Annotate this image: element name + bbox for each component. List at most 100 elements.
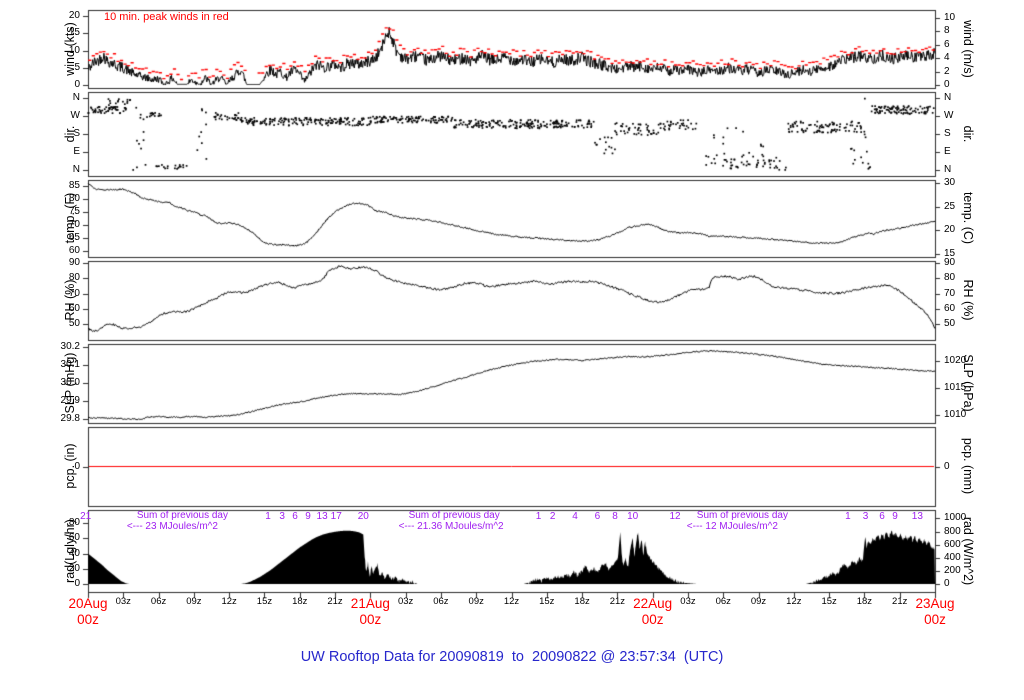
rad-ytick-left: 0 <box>74 578 80 589</box>
rad-sum-annotation-line1: Sum of previous day <box>408 510 500 521</box>
slp-ytick-left: 29.9 <box>60 395 80 406</box>
temp-ytick-left: 85 <box>68 180 80 191</box>
meteogram-canvas <box>0 0 1024 700</box>
rad-ytick-left: 20 <box>68 563 80 574</box>
dir-ytick-left: N <box>72 92 80 103</box>
slp-ytick-right: 1010 <box>944 409 967 420</box>
rad-cumulative-num: 6 <box>292 511 298 522</box>
rh-ytick-left: 80 <box>68 272 80 283</box>
x-hour-label: 18z <box>856 596 873 607</box>
slp-ytick-left: 30.0 <box>60 377 80 388</box>
temp-ytick-left: 70 <box>68 219 80 230</box>
rad-sum-annotation-line2: <--- 12 MJoules/m^2 <box>686 521 778 532</box>
slp-ytick-right: 1020 <box>944 355 967 366</box>
dir-ytick-left: E <box>73 146 80 157</box>
rad-cumulative-num: 12 <box>669 511 681 522</box>
rad-cumulative-num: 1 <box>265 511 271 522</box>
x-day-label: 22Aug <box>633 596 673 611</box>
x-hour-label: 09z <box>468 596 484 607</box>
rad-cumulative-num: 2 <box>549 511 556 522</box>
temp-ytick-right: 30 <box>944 177 956 188</box>
x-hour-label: 21z <box>609 596 626 607</box>
rad-cumulative-num: 21 <box>80 511 92 522</box>
wind-ytick-left: 20 <box>68 10 80 21</box>
dir-ytick-right: W <box>944 110 954 121</box>
x-hour-label: 15z <box>539 596 555 607</box>
pcp-right-axis-label: pcp. (mm) <box>961 437 975 495</box>
rad-ytick-right: 200 <box>944 565 961 576</box>
slp-ytick-right: 1015 <box>944 382 967 393</box>
rad-sum-annotation-line2: <--- 23 MJoules/m^2 <box>126 521 218 532</box>
slp-ytick-left: 30.1 <box>60 359 80 370</box>
rad-cumulative-num: 6 <box>879 511 885 522</box>
rad-ytick-left: 60 <box>68 532 80 543</box>
wind-ytick-right: 6 <box>944 39 950 50</box>
dir-ytick-left: S <box>73 128 80 139</box>
pcp-ytick-right: 0 <box>944 461 950 472</box>
rh-ytick-left: 60 <box>68 303 80 314</box>
x-hour-label: 03z <box>680 596 696 607</box>
rad-cumulative-num: 3 <box>279 511 285 522</box>
rad-cumulative-num: 4 <box>572 511 578 522</box>
x-hour-label: 18z <box>292 596 308 607</box>
temp-ytick-left: 60 <box>68 245 80 256</box>
chart-title: UW Rooftop Data for 20090819 to 20090822… <box>300 649 724 665</box>
temp-ytick-right: 25 <box>944 201 956 212</box>
wind-ytick-left: 0 <box>74 79 80 90</box>
rh-right-axis-label: RH (%) <box>961 279 975 321</box>
rh-left-axis-label: RH (%) <box>63 279 77 321</box>
rad-cumulative-num: 13 <box>316 511 328 522</box>
pcp-ytick-left: 0 <box>74 461 80 472</box>
x-hour-label: 06z <box>715 596 731 607</box>
rh-ytick-right: 60 <box>944 303 956 314</box>
rh-ytick-left: 50 <box>68 318 80 329</box>
wind-ytick-right: 0 <box>944 79 950 90</box>
rh-ytick-right: 80 <box>944 272 956 283</box>
wind-ytick-right: 2 <box>944 66 950 77</box>
meteogram-page: wind (kts) dir. temp. (F) RH (%) SLP (in… <box>0 0 1024 700</box>
dir-ytick-left: N <box>72 164 80 175</box>
rad-sum-annotation-line1: Sum of previous day <box>136 510 228 521</box>
rad-ytick-right: 600 <box>944 539 961 550</box>
x-day-label-hour: 00z <box>641 612 664 627</box>
rad-right-axis-label: rad (W/m^2) <box>961 516 975 586</box>
wind-ytick-left: 15 <box>68 27 80 38</box>
rad-cumulative-num: 1 <box>535 511 542 522</box>
dir-ytick-left: W <box>70 110 80 121</box>
wind-ytick-right: 4 <box>944 52 950 63</box>
wind-ytick-right: 10 <box>944 12 956 23</box>
dir-ytick-right: N <box>944 164 952 175</box>
rad-sum-annotation-line1: Sum of previous day <box>696 510 788 521</box>
rad-cumulative-num: 20 <box>357 511 369 522</box>
x-day-label: 21Aug <box>350 596 390 611</box>
x-hour-label: 12z <box>221 596 237 607</box>
x-hour-label: 21z <box>327 596 343 607</box>
rh-ytick-left: 90 <box>68 257 80 268</box>
slp-ytick-left: 29.8 <box>60 413 80 424</box>
x-hour-label: 12z <box>503 596 520 607</box>
x-day-label-hour: 00z <box>77 612 99 627</box>
rh-ytick-left: 70 <box>68 288 80 299</box>
x-hour-label: 15z <box>256 596 273 607</box>
rh-ytick-right: 90 <box>944 257 956 268</box>
rad-ytick-left: 40 <box>68 548 80 559</box>
rad-cumulative-num: 10 <box>627 511 639 522</box>
rh-ytick-right: 50 <box>944 318 956 329</box>
wind-ytick-right: 8 <box>944 25 950 36</box>
x-hour-label: 15z <box>821 596 837 607</box>
rad-ytick-right: 0 <box>944 578 950 589</box>
temp-right-axis-label: temp. (C) <box>961 191 975 245</box>
x-hour-label: 09z <box>750 596 767 607</box>
rad-cumulative-num: 13 <box>911 511 923 522</box>
rad-ytick-left: 80 <box>68 517 80 528</box>
temp-ytick-left: 80 <box>68 193 80 204</box>
x-hour-label: 18z <box>574 596 590 607</box>
x-hour-label: 06z <box>433 596 449 607</box>
x-hour-label: 12z <box>786 596 802 607</box>
rad-cumulative-num: 9 <box>305 511 311 522</box>
x-hour-label: 06z <box>150 596 167 607</box>
x-day-label-hour: 00z <box>359 612 382 627</box>
rad-cumulative-num: 17 <box>330 511 342 522</box>
wind-ytick-left: 10 <box>68 45 80 56</box>
x-hour-label: 09z <box>186 596 202 607</box>
